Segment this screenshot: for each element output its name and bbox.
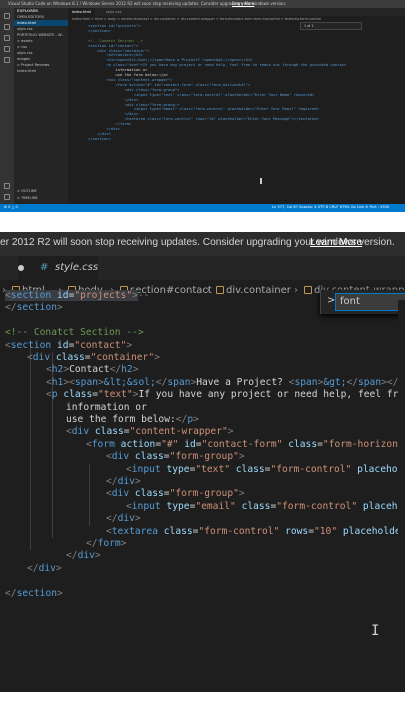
update-banner: er 2012 R2 will soon stop receiving upda… [0, 232, 405, 256]
problems-indicator[interactable]: ⊗ 0 △ 0 [4, 205, 18, 209]
explorer-icon[interactable] [4, 13, 10, 19]
bottom-margin [0, 692, 405, 720]
code-line-current: <textarea class="form-control" rows="10"… [106, 525, 405, 537]
code-line: <div class="form-group"> [106, 488, 245, 500]
indent-guide [30, 340, 31, 550]
code-line: <section id="projects">-- [5, 290, 150, 301]
tab-label: style.css [55, 262, 99, 273]
learn-more-link[interactable]: Learn More [310, 237, 362, 248]
zoomed-editor-view: er 2012 R2 will soon stop receiving upda… [0, 232, 405, 692]
code-line: <input type="text" class="form-control" … [126, 463, 405, 475]
code-line: <div class="form-group"> [106, 451, 245, 463]
find-widget: > font [320, 290, 405, 314]
code-line: <h1><span>&lt;&sol;</span>Have a Project… [46, 376, 405, 388]
status-items[interactable]: Ln 377, Col 87 Spaces: 4 UTF-8 CRLF HTML… [272, 205, 389, 209]
vscode-window-thumbnail: Visual Studio Code on Windows 8.1 / Wind… [0, 0, 405, 212]
title-bar: Visual Studio Code on Windows 8.1 / Wind… [0, 0, 405, 8]
run-debug-icon[interactable] [4, 46, 10, 52]
code-line: <form action="#" id="contact-form" class… [86, 438, 405, 450]
code-line: <section id="contact"> [5, 339, 133, 351]
indent-guide [89, 464, 90, 526]
text-cursor [260, 178, 262, 184]
code-line: <div class="content-wrapper"> [66, 426, 234, 438]
code-line: </div> [106, 513, 141, 525]
tree-item[interactable]: index.html [14, 68, 68, 74]
code-line: use the form below:</p> [66, 414, 199, 425]
learn-more-link[interactable]: Learn More [232, 1, 254, 6]
outline-section[interactable]: > OUTLINE [14, 188, 68, 194]
code-line: <p class="text">If you have any project … [46, 389, 405, 401]
screenshot-stage: Visual Studio Code on Windows 8.1 / Wind… [0, 0, 405, 720]
timeline-section[interactable]: > TIMELINE [14, 195, 68, 201]
code-line: </section> [5, 302, 63, 314]
search-icon[interactable] [4, 24, 10, 30]
mouse-ibeam-cursor-icon: I [371, 623, 380, 639]
extensions-icon[interactable] [4, 57, 10, 63]
code-line: information or [66, 401, 147, 413]
activity-bar [0, 8, 14, 204]
code-editor[interactable]: <section id="projects"> </section> <!-- C… [68, 23, 405, 204]
tab-style-css[interactable]: # style.css [18, 256, 98, 280]
code-line: </div> [106, 476, 141, 487]
code-line: <div class="container"> [27, 352, 160, 363]
code-line: </section> [5, 587, 63, 599]
separator [0, 212, 405, 232]
editor-tabs: # style.css [0, 256, 405, 280]
code-editor[interactable]: <section id="projects">-- </section> <!-… [0, 290, 405, 620]
code-line: </div> [27, 562, 62, 574]
unsaved-dot-icon [18, 265, 24, 271]
code-line: <input type="email" class="form-control"… [126, 500, 405, 512]
find-input[interactable]: font [335, 293, 405, 311]
code-line: <!-- Conatct Section --> [5, 327, 144, 339]
code-line: </section> [88, 135, 111, 141]
settings-gear-icon[interactable] [4, 194, 10, 200]
css-file-icon: # [40, 262, 49, 273]
explorer-sidebar: EXPLORER OPEN EDITORS index.html style.c… [14, 8, 68, 204]
editor-tabs: index.html style.css [68, 8, 405, 16]
vertical-scrollbar[interactable] [398, 300, 405, 610]
status-bar: ⊗ 0 △ 0 Ln 377, Col 87 Spaces: 4 UTF-8 C… [0, 204, 405, 212]
tab-style-css[interactable]: style.css [102, 8, 125, 16]
source-control-icon[interactable] [4, 35, 10, 41]
code-line: </div> [66, 550, 101, 562]
code-line: <h2>Contact</h2> [46, 364, 139, 376]
code-line: </form> [86, 538, 127, 549]
account-icon[interactable] [4, 183, 10, 189]
tab-index-html[interactable]: index.html [68, 8, 96, 16]
